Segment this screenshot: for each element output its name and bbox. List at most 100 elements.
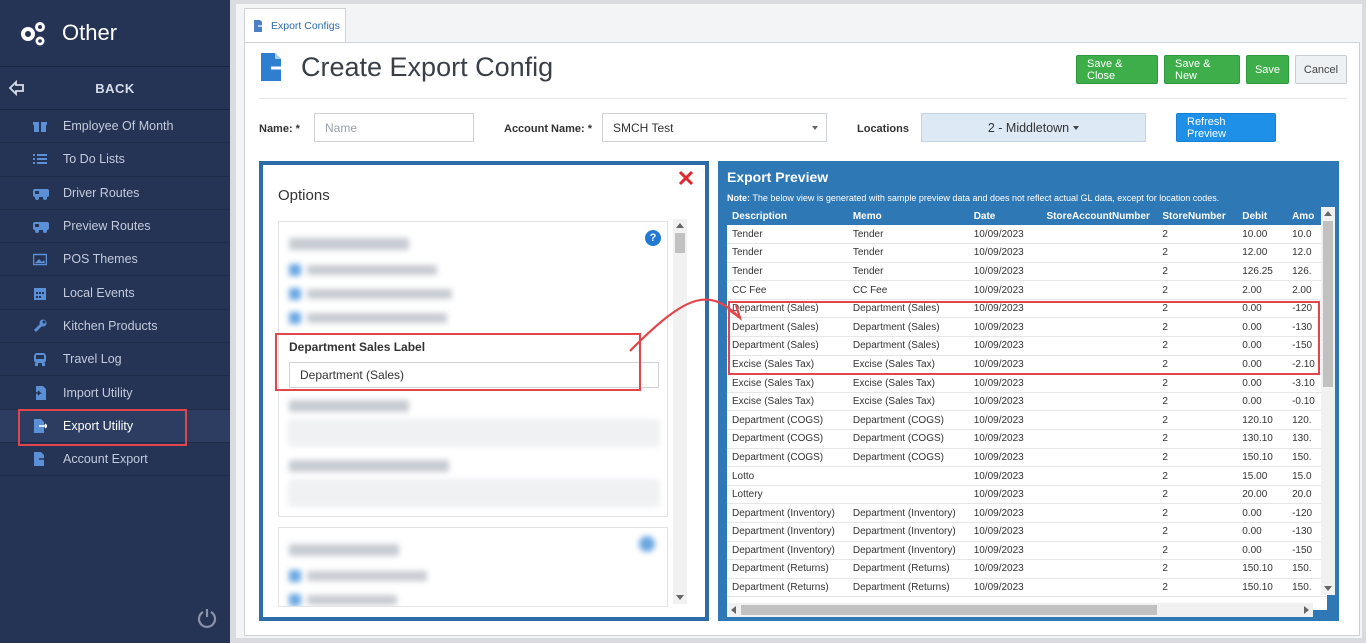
table-cell: 2 xyxy=(1157,410,1238,431)
scroll-left-icon[interactable] xyxy=(731,606,736,614)
sidebar-item-pos-themes[interactable]: POS Themes xyxy=(0,243,230,277)
table-cell: 2 xyxy=(1157,280,1238,300)
preview-table-wrap: Description Memo Date StoreAccountNumber Sto… xyxy=(727,207,1327,610)
table-row: Department (COGS) Department (COGS) 10/09/… xyxy=(727,429,1327,449)
table-cell: 0.00 xyxy=(1237,392,1288,412)
column-header[interactable]: Debit xyxy=(1237,207,1288,225)
sidebar-item-label: Account Export xyxy=(63,452,148,467)
sidebar-item-to-do-lists[interactable]: To Do Lists xyxy=(0,143,230,177)
scroll-right-icon[interactable] xyxy=(1304,606,1309,614)
name-input[interactable]: Name xyxy=(314,113,474,142)
file-import-icon xyxy=(33,385,47,400)
sidebar-item-preview-routes[interactable]: Preview Routes xyxy=(0,210,230,244)
sidebar-item-travel-log[interactable]: Travel Log xyxy=(0,343,230,377)
back-button[interactable]: BACK xyxy=(0,67,230,110)
table-cell: Department (COGS) xyxy=(847,410,969,431)
help-icon[interactable]: ? xyxy=(645,230,661,246)
table-cell: Excise (Sales Tax) xyxy=(847,392,969,412)
scroll-thumb[interactable] xyxy=(741,605,1157,615)
sidebar-item-driver-routes[interactable]: Driver Routes xyxy=(0,177,230,210)
table-row: Lotto 10/09/2023 2 15.00 15.0 xyxy=(727,466,1327,486)
account-name-label: Account Name: * xyxy=(504,123,593,135)
table-cell: 2 xyxy=(1157,559,1238,579)
sidebar-item-account-export[interactable]: Account Export xyxy=(0,443,230,477)
preview-horizontal-scrollbar[interactable] xyxy=(727,603,1313,617)
column-header[interactable]: Date xyxy=(968,207,1042,225)
table-cell xyxy=(1041,392,1158,412)
table-cell xyxy=(1041,429,1158,449)
table-cell: Department (Inventory) xyxy=(847,522,969,542)
table-cell: 130.10 xyxy=(1237,429,1288,449)
scroll-thumb[interactable] xyxy=(1323,221,1333,387)
table-cell: Tender xyxy=(847,243,969,263)
table-cell: Department (Returns) xyxy=(847,578,969,598)
table-cell: 10/09/2023 xyxy=(968,373,1042,393)
save-new-button[interactable]: Save & New xyxy=(1164,55,1240,84)
column-header[interactable]: StoreNumber xyxy=(1157,207,1238,225)
sidebar-item-label: Driver Routes xyxy=(63,185,140,200)
sidebar-item-export-utility[interactable]: Export Utility xyxy=(0,408,230,446)
close-icon[interactable] xyxy=(677,169,695,187)
column-header[interactable]: Memo xyxy=(847,207,969,225)
scroll-down-icon[interactable] xyxy=(1324,586,1332,591)
file-export-icon xyxy=(33,418,49,433)
table-cell: 10/09/2023 xyxy=(968,243,1042,263)
back-label: BACK xyxy=(95,80,135,96)
table-cell: Excise (Sales Tax) xyxy=(727,392,848,412)
table-cell: Lottery xyxy=(727,485,848,505)
table-cell: Lotto xyxy=(727,466,848,486)
table-cell: 150.10 xyxy=(1237,559,1288,579)
sidebar-item-kitchen-products[interactable]: Kitchen Products xyxy=(0,310,230,344)
gift-icon xyxy=(33,119,47,133)
table-cell xyxy=(1041,243,1158,263)
tab-export-configs[interactable]: Export Configs xyxy=(244,8,346,42)
table-cell: Department (Returns) xyxy=(847,559,969,579)
save-button[interactable]: Save xyxy=(1246,55,1289,84)
options-scrollbar[interactable] xyxy=(673,219,687,604)
locations-dropdown[interactable]: 2 - Middletown xyxy=(921,113,1146,142)
sidebar-item-label: Local Events xyxy=(63,285,135,300)
cancel-button[interactable]: Cancel xyxy=(1295,55,1347,84)
sidebar-item-label: Employee Of Month xyxy=(63,119,174,134)
table-row: Tender Tender 10/09/2023 2 126.25 126. xyxy=(727,262,1327,282)
sidebar-item-employee-of-month[interactable]: Employee Of Month xyxy=(0,110,230,144)
table-cell: 2 xyxy=(1157,429,1238,449)
scroll-thumb[interactable] xyxy=(675,233,685,253)
sidebar-item-local-events[interactable]: Local Events xyxy=(0,276,230,310)
column-header[interactable]: StoreAccountNumber xyxy=(1041,207,1158,225)
list-icon xyxy=(33,152,47,166)
caret-down-icon xyxy=(1073,125,1080,130)
refresh-preview-button[interactable]: Refresh Preview xyxy=(1176,113,1276,142)
divider xyxy=(259,98,1347,99)
save-close-button[interactable]: Save & Close xyxy=(1076,55,1158,84)
table-cell: Tender xyxy=(727,262,848,282)
table-cell: 10/09/2023 xyxy=(968,448,1042,468)
table-cell: Department (COGS) xyxy=(847,448,969,468)
scroll-up-icon[interactable] xyxy=(1324,211,1332,216)
scroll-down-icon[interactable] xyxy=(676,595,684,600)
column-header[interactable]: Description xyxy=(727,207,848,225)
tab-label: Export Configs xyxy=(271,19,340,32)
table-cell: 2 xyxy=(1157,578,1238,598)
table-cell xyxy=(1041,578,1158,598)
table-cell xyxy=(1041,466,1158,486)
table-row: Tender Tender 10/09/2023 2 12.00 12.0 xyxy=(727,243,1327,263)
power-icon[interactable] xyxy=(196,607,218,629)
highlight-box xyxy=(728,301,1320,375)
content-area: Create Export Config Save & Close Save &… xyxy=(244,42,1360,636)
back-arrow-icon xyxy=(8,79,26,97)
table-cell: 10/09/2023 xyxy=(968,466,1042,486)
table-row: Excise (Sales Tax) Excise (Sales Tax) 10/0… xyxy=(727,373,1327,393)
account-name-select[interactable]: SMCH Test xyxy=(602,113,827,142)
sidebar: Other BACK Employee Of Month To Do Lists… xyxy=(0,0,230,643)
table-cell xyxy=(1041,373,1158,393)
scroll-up-icon[interactable] xyxy=(676,223,684,228)
table-cell: 10/09/2023 xyxy=(968,485,1042,505)
gears-icon xyxy=(18,18,48,48)
toolbar: Save & Close Save & New Save Cancel xyxy=(1076,55,1347,84)
table-cell: Department (Returns) xyxy=(727,578,848,598)
table-cell: 0.00 xyxy=(1237,503,1288,523)
preview-vertical-scrollbar[interactable] xyxy=(1321,207,1335,595)
sidebar-item-import-utility[interactable]: Import Utility xyxy=(0,376,230,410)
table-cell: Department (COGS) xyxy=(847,429,969,449)
